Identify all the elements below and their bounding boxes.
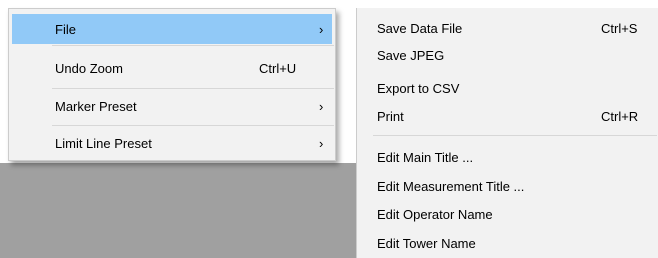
submenu-item-label: Save JPEG <box>377 47 445 63</box>
menu-item-marker-preset[interactable]: Marker Preset › <box>12 91 332 121</box>
menu-item-limit-line-preset[interactable]: Limit Line Preset › <box>12 128 332 158</box>
menu-separator <box>373 135 657 136</box>
menu-item-label: Marker Preset <box>55 98 137 114</box>
menu-item-label: Limit Line Preset <box>55 135 152 151</box>
menu-item-file[interactable]: File › <box>12 14 332 44</box>
chevron-right-icon: › <box>319 98 324 114</box>
menu-separator <box>52 125 334 126</box>
submenu-item-label: Edit Measurement Title ... <box>377 178 525 194</box>
menu-item-undo-zoom[interactable]: Undo Zoom Ctrl+U <box>12 53 332 83</box>
submenu-item-save-jpeg[interactable]: Save JPEG <box>357 42 657 68</box>
submenu-item-edit-main-title[interactable]: Edit Main Title ... <box>357 144 657 170</box>
submenu-item-label: Save Data File <box>377 20 463 36</box>
menu-item-shortcut: Ctrl+U <box>259 60 297 76</box>
file-submenu: Save Data File Ctrl+S Save JPEG Export t… <box>356 8 658 258</box>
menu-item-label: File <box>55 21 76 37</box>
chevron-right-icon: › <box>319 21 324 37</box>
submenu-item-edit-operator-name[interactable]: Edit Operator Name <box>357 201 657 227</box>
background-area <box>0 163 356 258</box>
menu-separator <box>52 45 334 46</box>
submenu-item-export-csv[interactable]: Export to CSV <box>357 75 657 101</box>
submenu-item-shortcut: Ctrl+R <box>601 108 639 124</box>
submenu-item-save-data-file[interactable]: Save Data File Ctrl+S <box>357 15 657 41</box>
submenu-item-label: Edit Main Title ... <box>377 149 474 165</box>
submenu-item-shortcut: Ctrl+S <box>601 20 638 36</box>
submenu-item-label: Edit Tower Name <box>377 235 476 251</box>
submenu-item-label: Edit Operator Name <box>377 206 493 222</box>
context-menu: File › Undo Zoom Ctrl+U Marker Preset › … <box>8 8 336 161</box>
submenu-item-edit-tower-name[interactable]: Edit Tower Name <box>357 230 657 256</box>
submenu-item-label: Print <box>377 108 404 124</box>
menu-item-label: Undo Zoom <box>55 60 123 76</box>
submenu-item-edit-measurement-title[interactable]: Edit Measurement Title ... <box>357 173 657 199</box>
submenu-item-label: Export to CSV <box>377 80 460 96</box>
chevron-right-icon: › <box>319 135 324 151</box>
menu-separator <box>52 88 334 89</box>
submenu-item-print[interactable]: Print Ctrl+R <box>357 103 657 129</box>
